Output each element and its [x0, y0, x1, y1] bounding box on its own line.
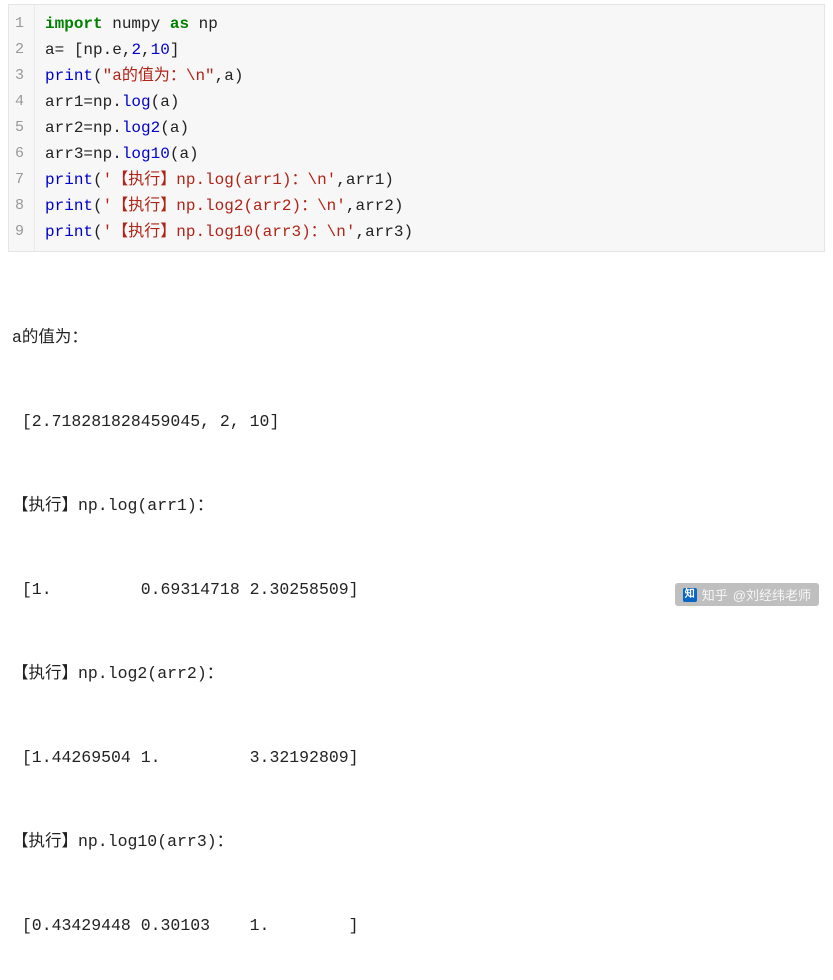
line-number: 6: [15, 141, 24, 167]
watermark: 知 知乎 @刘经纬老师: [675, 583, 819, 606]
line-number: 8: [15, 193, 24, 219]
output-line: 【执行】np.log(arr1)：: [12, 492, 821, 520]
output-line: [2.718281828459045, 2, 10]: [12, 408, 821, 436]
line-number: 9: [15, 219, 24, 245]
code-line: arr1=np.log(a): [45, 89, 413, 115]
output-line: a的值为：: [12, 324, 821, 352]
line-number: 3: [15, 63, 24, 89]
line-number: 5: [15, 115, 24, 141]
code-line: print("a的值为：\n",a): [45, 63, 413, 89]
output-block: a的值为： [2.718281828459045, 2, 10] 【执行】np.…: [0, 264, 833, 980]
line-number: 1: [15, 11, 24, 37]
watermark-platform: 知乎: [702, 585, 728, 604]
code-line: import numpy as np: [45, 11, 413, 37]
code-line: arr2=np.log2(a): [45, 115, 413, 141]
output-line: [0.43429448 0.30103 1. ]: [12, 912, 821, 940]
code-line: arr3=np.log10(a): [45, 141, 413, 167]
code-line: a= [np.e,2,10]: [45, 37, 413, 63]
line-number-gutter: 1 2 3 4 5 6 7 8 9: [9, 5, 35, 251]
code-line: print('【执行】np.log(arr1)：\n',arr1): [45, 167, 413, 193]
output-line: 【执行】np.log2(arr2)：: [12, 660, 821, 688]
line-number: 2: [15, 37, 24, 63]
watermark-author: @刘经纬老师: [733, 585, 811, 604]
code-area[interactable]: import numpy as np a= [np.e,2,10] print(…: [35, 5, 423, 251]
output-line: 【执行】np.log10(arr3)：: [12, 828, 821, 856]
zhihu-icon: 知: [683, 588, 697, 602]
line-number: 4: [15, 89, 24, 115]
output-line: [1.44269504 1. 3.32192809]: [12, 744, 821, 772]
code-line: print('【执行】np.log10(arr3)：\n',arr3): [45, 219, 413, 245]
code-block: 1 2 3 4 5 6 7 8 9 import numpy as np a= …: [8, 4, 825, 252]
code-line: print('【执行】np.log2(arr2)：\n',arr2): [45, 193, 413, 219]
line-number: 7: [15, 167, 24, 193]
